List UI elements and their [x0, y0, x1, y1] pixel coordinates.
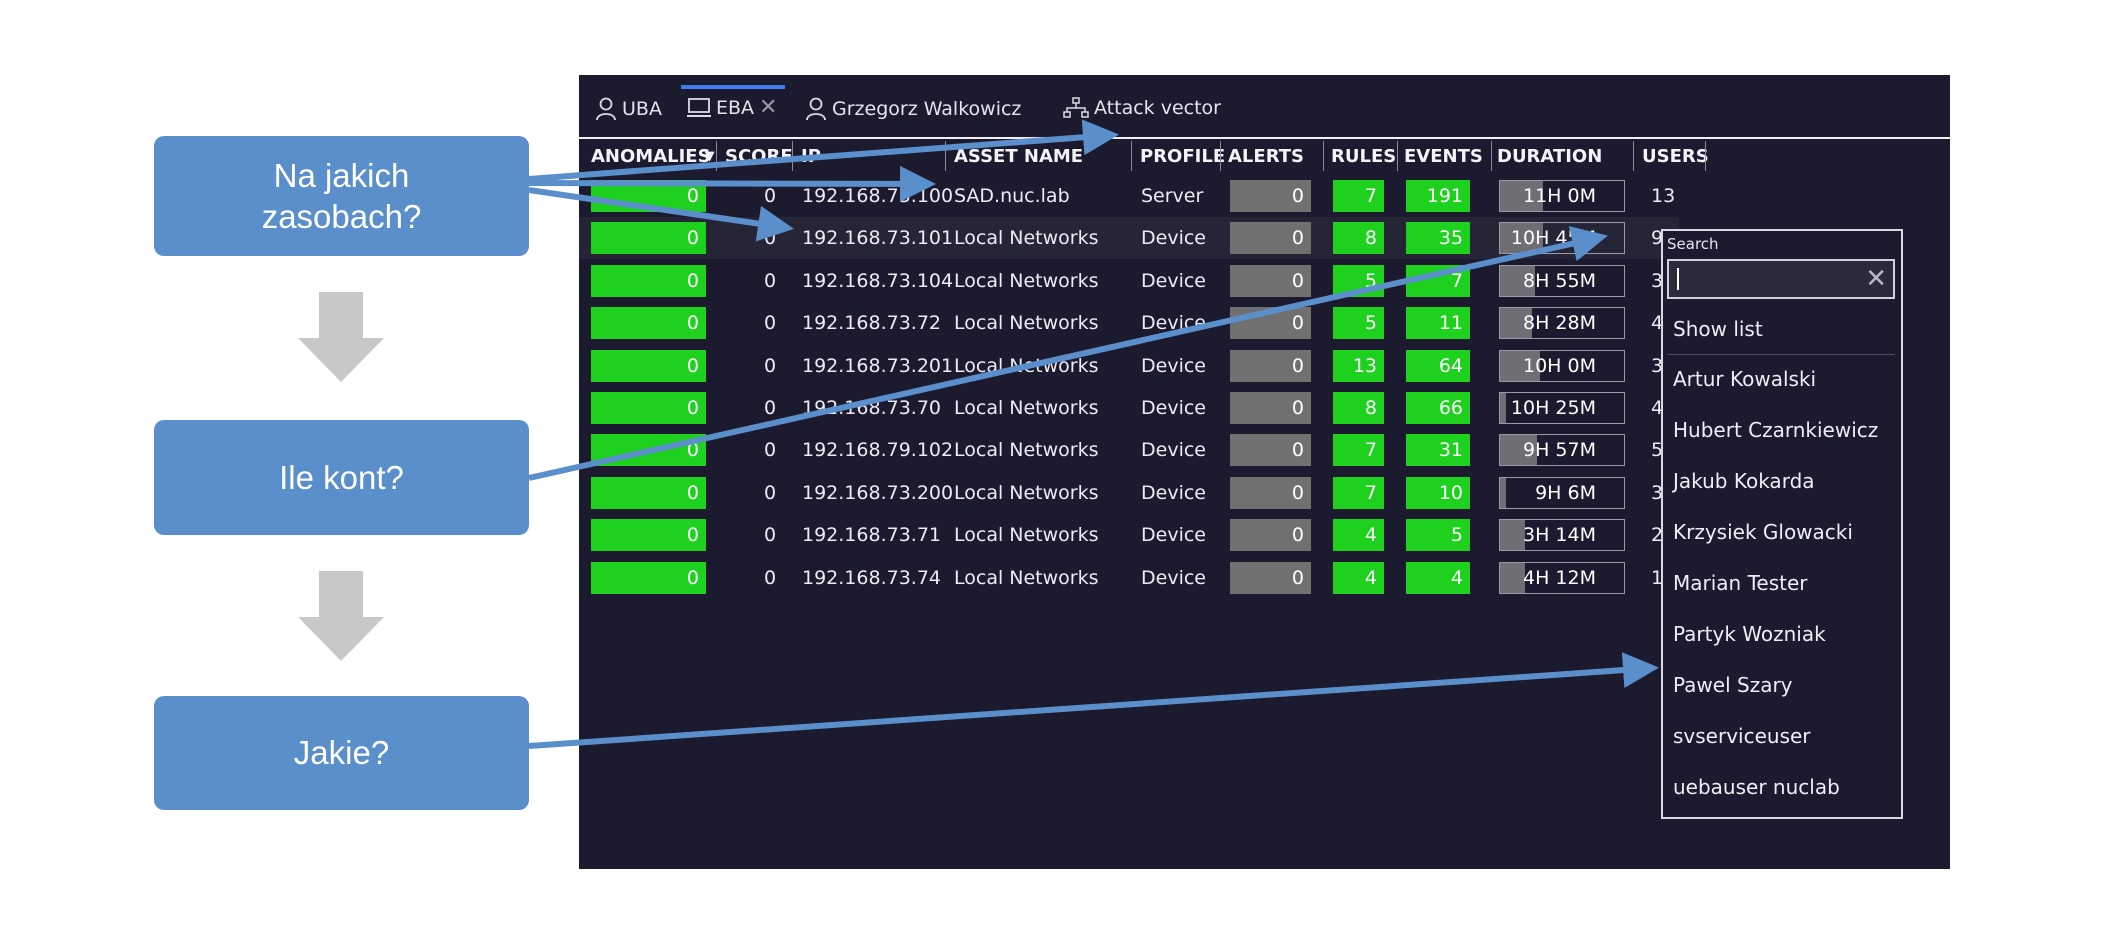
arrow-to-user-list — [528, 652, 1659, 749]
arrow-to-ip — [528, 187, 794, 242]
arrow-to-asset-name — [528, 165, 936, 202]
annotation-arrows — [528, 119, 1659, 749]
arrow-to-users — [528, 226, 1608, 481]
arrow-to-profile — [528, 119, 1119, 182]
